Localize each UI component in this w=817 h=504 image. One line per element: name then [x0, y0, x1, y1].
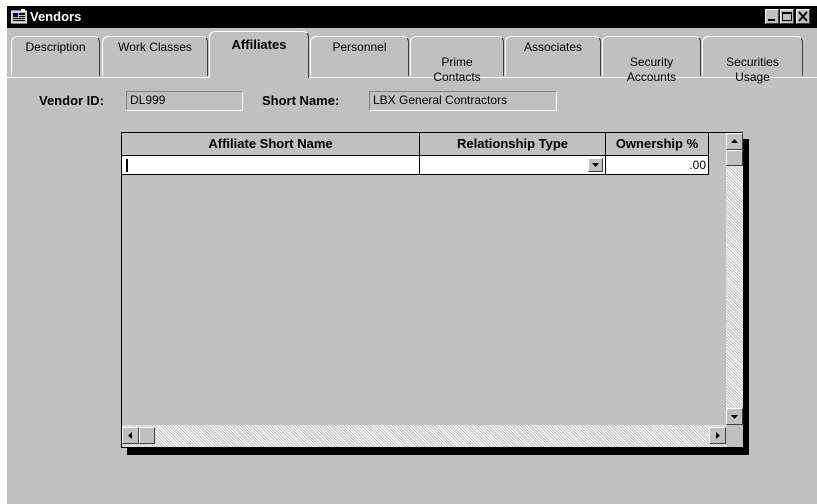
affiliates-grid: Affiliate Short Name Relationship Type O… — [121, 132, 743, 448]
tab-description[interactable]: Description — [11, 36, 100, 76]
horizontal-scroll-thumb[interactable] — [139, 427, 155, 444]
vertical-scroll-thumb[interactable] — [726, 150, 743, 166]
tab-work-classes[interactable]: Work Classes — [102, 36, 208, 76]
minimize-icon — [768, 19, 775, 21]
tab-prime-contacts[interactable]: Prime Contacts — [410, 36, 504, 84]
title-bar: Vendors — [7, 6, 817, 28]
vendor-id-label: Vendor ID: — [39, 93, 105, 108]
tab-label: Associates — [523, 40, 583, 54]
maximize-button[interactable] — [780, 9, 794, 24]
tab-affiliates[interactable]: Affiliates — [209, 31, 309, 78]
close-icon — [798, 11, 808, 22]
short-name-field: LBX General Contractors — [369, 91, 557, 111]
arrow-down-icon — [731, 415, 738, 419]
affiliate-short-name-input[interactable] — [122, 156, 420, 175]
scroll-up-button[interactable] — [726, 133, 743, 150]
app-icon — [11, 9, 27, 24]
arrow-right-icon — [716, 432, 720, 439]
column-header-affiliate-short-name[interactable]: Affiliate Short Name — [122, 133, 420, 156]
tab-label: Prime Contacts — [433, 55, 481, 84]
window-title: Vendors — [30, 9, 82, 24]
tab-personnel[interactable]: Personnel — [310, 36, 409, 76]
maximize-icon — [782, 12, 792, 21]
tab-securities-usage[interactable]: Securities Usage — [702, 36, 803, 84]
scroll-down-button[interactable] — [726, 408, 743, 425]
tab-label: Work Classes — [118, 40, 192, 54]
tab-label: Description — [25, 40, 86, 54]
tab-associates[interactable]: Associates — [505, 36, 601, 76]
scroll-right-button[interactable] — [709, 427, 726, 444]
tab-security-accounts[interactable]: Security Accounts — [602, 36, 701, 84]
relationship-type-select[interactable] — [420, 156, 606, 175]
column-header-relationship-type[interactable]: Relationship Type — [420, 133, 606, 156]
tab-label: Securities Usage — [726, 55, 779, 84]
scrollbar-corner — [726, 425, 743, 447]
arrow-left-icon — [128, 432, 132, 439]
scroll-left-button[interactable] — [122, 427, 139, 444]
tab-label: Security Accounts — [626, 55, 677, 84]
tab-divider — [7, 77, 817, 78]
ownership-pct-input[interactable]: .00 — [606, 156, 709, 175]
vendor-id-field: DL999 — [126, 91, 243, 111]
short-name-label: Short Name: — [262, 93, 340, 108]
tab-strip: Description Work Classes Affiliates Pers… — [7, 31, 817, 84]
chevron-down-icon — [592, 163, 599, 167]
vertical-scrollbar[interactable] — [726, 133, 743, 425]
arrow-up-icon — [731, 139, 738, 143]
vendors-window: Vendors Description Work Classes Affilia… — [7, 6, 817, 504]
column-header-ownership-pct[interactable]: Ownership % — [606, 133, 709, 156]
tab-label: Personnel — [332, 40, 387, 54]
close-button[interactable] — [796, 9, 810, 24]
text-caret — [126, 159, 128, 172]
dropdown-button[interactable] — [588, 158, 603, 172]
minimize-button[interactable] — [765, 9, 779, 24]
tab-label: Affiliates — [231, 37, 287, 52]
horizontal-scrollbar[interactable] — [122, 425, 726, 447]
